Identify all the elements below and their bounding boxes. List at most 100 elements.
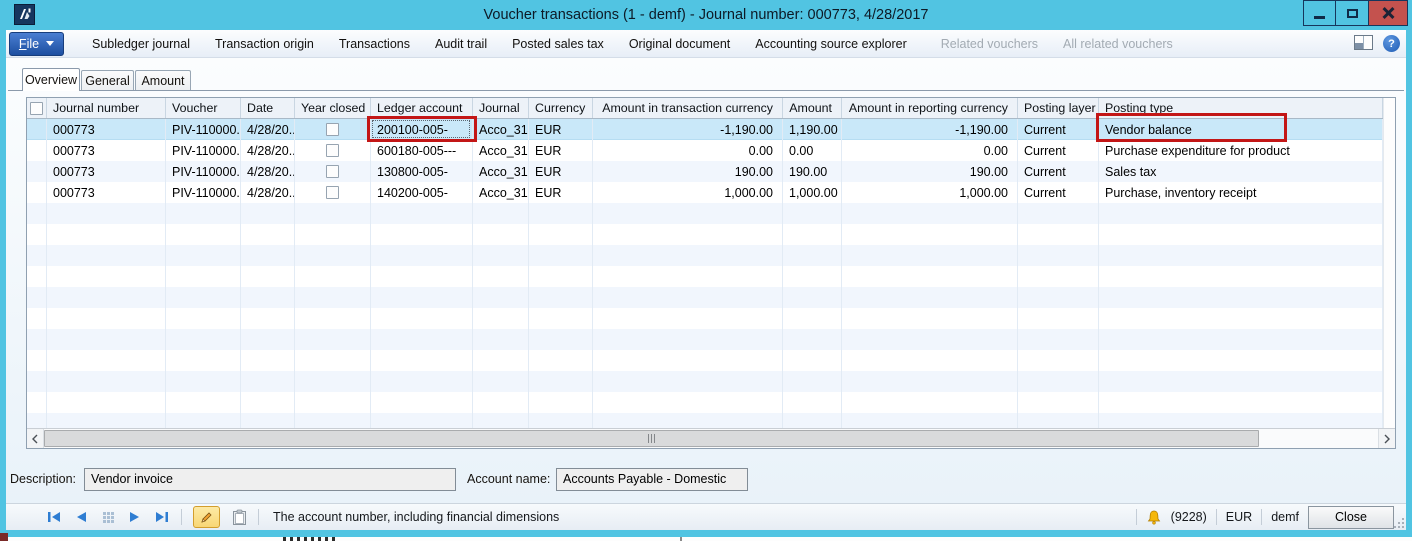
column-header-date[interactable]: Date [241, 98, 295, 118]
cell-posting-type[interactable]: Vendor balance [1099, 119, 1383, 140]
column-header-currency[interactable]: Currency [529, 98, 593, 118]
menu-item-transactions[interactable]: Transactions [337, 33, 412, 55]
table-row[interactable]: 000773PIV-110000...4/28/20... 140200-005-… [27, 182, 1383, 203]
tab-overview[interactable]: Overview [22, 68, 80, 91]
cell-ledger-account[interactable]: 200100-005- [371, 119, 473, 140]
select-all-checkbox[interactable] [30, 102, 43, 115]
clipboard-icon[interactable] [231, 509, 247, 525]
cell-voucher[interactable]: PIV-110000... [166, 161, 241, 182]
help-icon[interactable]: ? [1383, 35, 1400, 52]
column-header-amount-reporting[interactable]: Amount in reporting currency [842, 98, 1018, 118]
column-header-ledger-account[interactable]: Ledger account [371, 98, 473, 118]
layout-pane-icon[interactable] [1354, 35, 1373, 53]
cell-ledger-account[interactable]: 140200-005- [371, 182, 473, 203]
menu-item-subledger-journal[interactable]: Subledger journal [90, 33, 192, 55]
cell-posting-type[interactable]: Sales tax [1099, 161, 1383, 182]
cell-amount-transaction[interactable]: 190.00 [593, 161, 783, 182]
tab-amount[interactable]: Amount [135, 70, 191, 91]
cell-currency[interactable]: EUR [529, 161, 593, 182]
year-closed-checkbox[interactable] [326, 144, 339, 157]
year-closed-checkbox[interactable] [326, 165, 339, 178]
cell-ledger-account[interactable]: 130800-005- [371, 161, 473, 182]
cell-currency[interactable]: EUR [529, 140, 593, 161]
cell-amount[interactable]: 190.00 [783, 161, 842, 182]
cell-date[interactable]: 4/28/20... [241, 161, 295, 182]
cell-posting-type[interactable]: Purchase, inventory receipt [1099, 182, 1383, 203]
statusbar-company[interactable]: demf [1271, 510, 1299, 524]
minimize-button[interactable] [1303, 0, 1336, 26]
cell-journal-number[interactable]: 000773 [47, 161, 166, 182]
cell-date[interactable]: 4/28/20... [241, 182, 295, 203]
cell-amount[interactable]: 1,190.00 [783, 119, 842, 140]
cell-voucher[interactable]: PIV-110000... [166, 119, 241, 140]
column-header-posting-type[interactable]: Posting type [1099, 98, 1383, 118]
cell-posting-layer[interactable]: Current [1018, 140, 1099, 161]
cell-amount-reporting[interactable]: 0.00 [842, 140, 1018, 161]
previous-record-button[interactable] [73, 509, 89, 525]
cell-journal-number[interactable]: 000773 [47, 119, 166, 140]
cell-date[interactable]: 4/28/20... [241, 119, 295, 140]
column-header-journal[interactable]: Journal [473, 98, 529, 118]
description-input[interactable]: Vendor invoice [84, 468, 456, 491]
cell-year-closed[interactable] [295, 119, 371, 140]
column-header-voucher[interactable]: Voucher [166, 98, 241, 118]
close-button[interactable]: Close [1308, 506, 1394, 529]
cell-currency[interactable]: EUR [529, 119, 593, 140]
cell-posting-layer[interactable]: Current [1018, 182, 1099, 203]
column-header-journal-number[interactable]: Journal number [47, 98, 166, 118]
year-closed-checkbox[interactable] [326, 186, 339, 199]
row-selector-cell[interactable] [27, 119, 47, 140]
notification-count[interactable]: (9228) [1171, 510, 1207, 524]
horizontal-scrollbar-thumb[interactable] [44, 430, 1259, 447]
cell-amount-transaction[interactable]: -1,190.00 [593, 119, 783, 140]
file-menu-button[interactable]: File [9, 32, 64, 56]
column-header-amount-transaction[interactable]: Amount in transaction currency [593, 98, 783, 118]
close-window-button[interactable] [1369, 0, 1408, 26]
resize-grip[interactable] [1392, 516, 1404, 528]
cell-voucher[interactable]: PIV-110000... [166, 140, 241, 161]
table-row[interactable]: 000773PIV-110000...4/28/20... 200100-005-… [27, 119, 1383, 140]
table-row[interactable]: 000773PIV-110000...4/28/20... 130800-005-… [27, 161, 1383, 182]
column-header-select-all[interactable] [27, 98, 47, 118]
cell-year-closed[interactable] [295, 161, 371, 182]
grid-view-icon[interactable] [100, 509, 116, 525]
next-record-button[interactable] [127, 509, 143, 525]
menu-item-posted-sales-tax[interactable]: Posted sales tax [510, 33, 606, 55]
edit-record-button[interactable] [193, 506, 220, 528]
cell-year-closed[interactable] [295, 182, 371, 203]
cell-year-closed[interactable] [295, 140, 371, 161]
row-selector-cell[interactable] [27, 161, 47, 182]
first-record-button[interactable] [46, 509, 62, 525]
horizontal-scrollbar[interactable] [27, 428, 1395, 448]
cell-posting-type[interactable]: Purchase expenditure for product [1099, 140, 1383, 161]
menu-item-transaction-origin[interactable]: Transaction origin [213, 33, 316, 55]
cell-amount[interactable]: 0.00 [783, 140, 842, 161]
cell-journal[interactable]: Acco_31 [473, 119, 529, 140]
cell-journal[interactable]: Acco_31 [473, 182, 529, 203]
menu-item-accounting-source-explorer[interactable]: Accounting source explorer [753, 33, 908, 55]
cell-currency[interactable]: EUR [529, 182, 593, 203]
titlebar[interactable]: Voucher transactions (1 - demf) - Journa… [0, 0, 1412, 30]
scroll-right-button[interactable] [1378, 429, 1395, 448]
cell-journal-number[interactable]: 000773 [47, 182, 166, 203]
cell-amount-reporting[interactable]: -1,190.00 [842, 119, 1018, 140]
cell-amount[interactable]: 1,000.00 [783, 182, 842, 203]
row-selector-cell[interactable] [27, 140, 47, 161]
row-selector-cell[interactable] [27, 182, 47, 203]
cell-amount-transaction[interactable]: 1,000.00 [593, 182, 783, 203]
cell-amount-reporting[interactable]: 1,000.00 [842, 182, 1018, 203]
cell-journal[interactable]: Acco_31 [473, 161, 529, 182]
last-record-button[interactable] [154, 509, 170, 525]
cell-journal[interactable]: Acco_31 [473, 140, 529, 161]
cell-voucher[interactable]: PIV-110000... [166, 182, 241, 203]
notifications-bell-icon[interactable] [1146, 509, 1162, 525]
vertical-scrollbar[interactable] [1383, 98, 1395, 428]
menu-item-original-document[interactable]: Original document [627, 33, 732, 55]
cell-ledger-account[interactable]: 600180-005--- [371, 140, 473, 161]
year-closed-checkbox[interactable] [326, 123, 339, 136]
column-header-year-closed[interactable]: Year closed [295, 98, 371, 118]
cell-posting-layer[interactable]: Current [1018, 161, 1099, 182]
scroll-left-button[interactable] [27, 429, 44, 448]
cell-journal-number[interactable]: 000773 [47, 140, 166, 161]
cell-amount-reporting[interactable]: 190.00 [842, 161, 1018, 182]
